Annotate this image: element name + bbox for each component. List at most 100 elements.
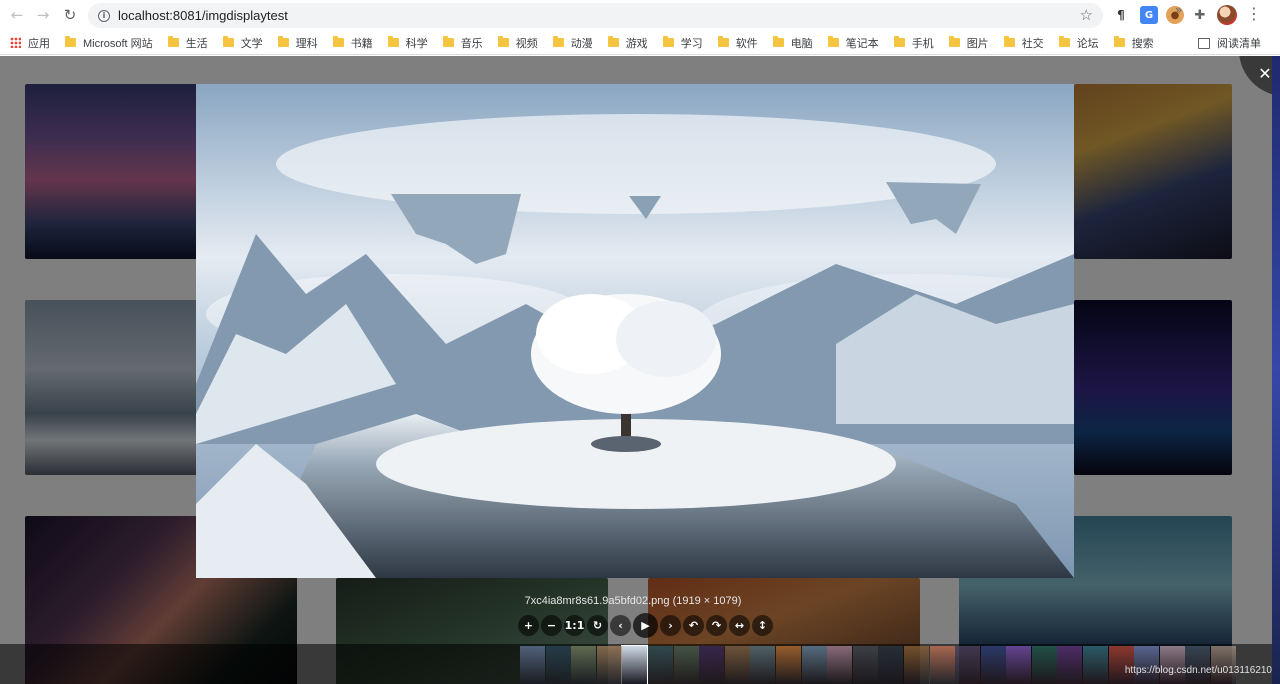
bookmark-label: 生活 <box>185 37 208 50</box>
viewer-thumbnail[interactable] <box>724 646 750 684</box>
bookmarks-more-chevron-icon[interactable]: » <box>1175 3 1182 17</box>
snow-mountain-tree-scene <box>196 84 1074 578</box>
folder-icon <box>1003 36 1015 47</box>
play-button[interactable]: ▶ <box>633 612 658 638</box>
bookmark-6[interactable]: 科学 <box>387 35 428 51</box>
reading-list-icon <box>1198 37 1210 49</box>
folder-icon <box>948 36 960 47</box>
rotate-right-button[interactable]: ↷ <box>706 614 727 636</box>
viewer-thumbnail[interactable] <box>878 646 904 684</box>
bookmark-7[interactable]: 音乐 <box>442 35 483 51</box>
viewer-thumbnail[interactable] <box>1083 646 1109 684</box>
bookmark-label: 软件 <box>735 37 758 50</box>
forward-arrow-icon[interactable]: → <box>30 2 56 28</box>
folder-icon <box>387 36 399 47</box>
folder-icon <box>893 36 905 47</box>
bookmark-13[interactable]: 电脑 <box>772 35 813 51</box>
bookmark-label: 视频 <box>515 37 538 50</box>
zoom-out-button[interactable]: − <box>541 614 562 636</box>
bookmark-18[interactable]: 论坛 <box>1058 35 1099 51</box>
viewer-thumbnail[interactable] <box>827 646 853 684</box>
info-icon[interactable]: i <box>98 9 110 22</box>
bookmark-19[interactable]: 搜索 <box>1113 35 1154 51</box>
page-content: ✕ 7xc4ia8mr8s61.9a5bfd02.png (1919 × 107… <box>0 56 1280 684</box>
folder-icon <box>167 36 179 47</box>
viewer-thumbnail[interactable] <box>647 646 673 684</box>
bookmark-label: 科学 <box>405 37 428 50</box>
bookmark-label: 搜索 <box>1131 37 1154 50</box>
url-text[interactable]: localhost:8081/imgdisplaytest <box>118 8 288 23</box>
bookmark-label: 电脑 <box>790 37 813 50</box>
profile-avatar[interactable] <box>1217 5 1237 25</box>
bookmark-label: 动漫 <box>570 37 593 50</box>
bookmark-label: 游戏 <box>625 37 648 50</box>
prev-button[interactable]: ‹ <box>610 614 631 636</box>
viewer-main-image[interactable] <box>196 84 1074 578</box>
bookmark-0[interactable]: 应用 <box>10 35 50 51</box>
viewer-thumbnail[interactable] <box>775 646 801 684</box>
viewer-thumbnail[interactable] <box>801 646 827 684</box>
flip-vertical-button[interactable]: ↕ <box>752 614 773 636</box>
bookmark-label: 图片 <box>966 37 989 50</box>
reading-list-label: 阅读清单 <box>1217 38 1261 50</box>
folder-icon <box>332 36 344 47</box>
reload-icon[interactable]: ↻ <box>57 2 83 28</box>
flip-horizontal-button[interactable]: ↔ <box>729 614 750 636</box>
viewer-thumbnail[interactable] <box>903 646 929 684</box>
bookmark-4[interactable]: 理科 <box>277 35 318 51</box>
bookmark-star-icon[interactable]: ☆ <box>1080 6 1093 24</box>
viewer-thumbnail[interactable] <box>520 646 545 684</box>
bookmark-10[interactable]: 游戏 <box>607 35 648 51</box>
folder-icon <box>65 36 76 47</box>
next-button[interactable]: › <box>660 614 681 636</box>
address-bar[interactable]: i localhost:8081/imgdisplaytest ☆ <box>88 3 1103 28</box>
folder-icon <box>662 36 674 47</box>
bookmark-3[interactable]: 文学 <box>222 35 263 51</box>
bookmark-label: 社交 <box>1021 37 1044 50</box>
one-to-one-button[interactable]: 1:1 <box>564 614 585 636</box>
viewer-thumbnail[interactable] <box>1006 646 1032 684</box>
bookmark-8[interactable]: 视频 <box>497 35 538 51</box>
bookmark-label: 理科 <box>295 37 318 50</box>
folder-icon <box>277 36 289 47</box>
rotate-left-button[interactable]: ↶ <box>683 614 704 636</box>
viewer-thumbnail[interactable] <box>545 646 571 684</box>
bookmark-14[interactable]: 笔记本 <box>827 35 879 51</box>
viewer-thumbnail[interactable] <box>1057 646 1083 684</box>
bookmark-label: Microsoft 网站 <box>83 37 153 50</box>
reset-button[interactable]: ↻ <box>587 614 608 636</box>
zoom-in-button[interactable]: + <box>518 614 539 636</box>
paragraph-extension-icon[interactable]: ¶ <box>1112 6 1130 24</box>
bookmark-label: 音乐 <box>460 37 483 50</box>
folder-icon <box>222 36 234 47</box>
bookmark-15[interactable]: 手机 <box>893 35 934 51</box>
viewer-thumbnail[interactable] <box>699 646 725 684</box>
viewer-thumbnail[interactable] <box>929 646 955 684</box>
viewer-thumbnail[interactable] <box>673 646 699 684</box>
viewer-thumbnail[interactable] <box>1031 646 1057 684</box>
viewer-thumbnail[interactable] <box>955 646 981 684</box>
viewer-thumbnail[interactable] <box>980 646 1006 684</box>
bookmark-label: 文学 <box>240 37 263 50</box>
bookmark-5[interactable]: 书籍 <box>332 35 373 51</box>
viewer-thumbnail[interactable] <box>571 646 597 684</box>
viewer-image-title: 7xc4ia8mr8s61.9a5bfd02.png (1919 × 1079) <box>524 595 742 607</box>
viewer-thumbnail[interactable] <box>852 646 878 684</box>
back-arrow-icon[interactable]: ← <box>4 2 30 28</box>
bookmark-12[interactable]: 软件 <box>717 35 758 51</box>
viewer-thumbnail[interactable] <box>596 646 622 684</box>
bookmark-9[interactable]: 动漫 <box>552 35 593 51</box>
viewer-thumbnail[interactable] <box>750 646 776 684</box>
puzzle-extensions-icon[interactable]: ✚ <box>1191 6 1209 24</box>
more-menu-icon[interactable]: ⋮ <box>1246 4 1262 23</box>
folder-icon <box>827 36 839 47</box>
bookmark-1[interactable]: Microsoft 网站 <box>65 35 153 51</box>
reading-list-button[interactable]: 阅读清单 <box>1198 35 1261 51</box>
bookmark-11[interactable]: 学习 <box>662 35 703 51</box>
bookmark-16[interactable]: 图片 <box>948 35 989 51</box>
bookmark-2[interactable]: 生活 <box>167 35 208 51</box>
viewer-thumbnail[interactable] <box>621 645 649 684</box>
translate-extension-icon[interactable]: G <box>1140 6 1158 24</box>
bookmark-label: 论坛 <box>1076 37 1099 50</box>
bookmark-17[interactable]: 社交 <box>1003 35 1044 51</box>
